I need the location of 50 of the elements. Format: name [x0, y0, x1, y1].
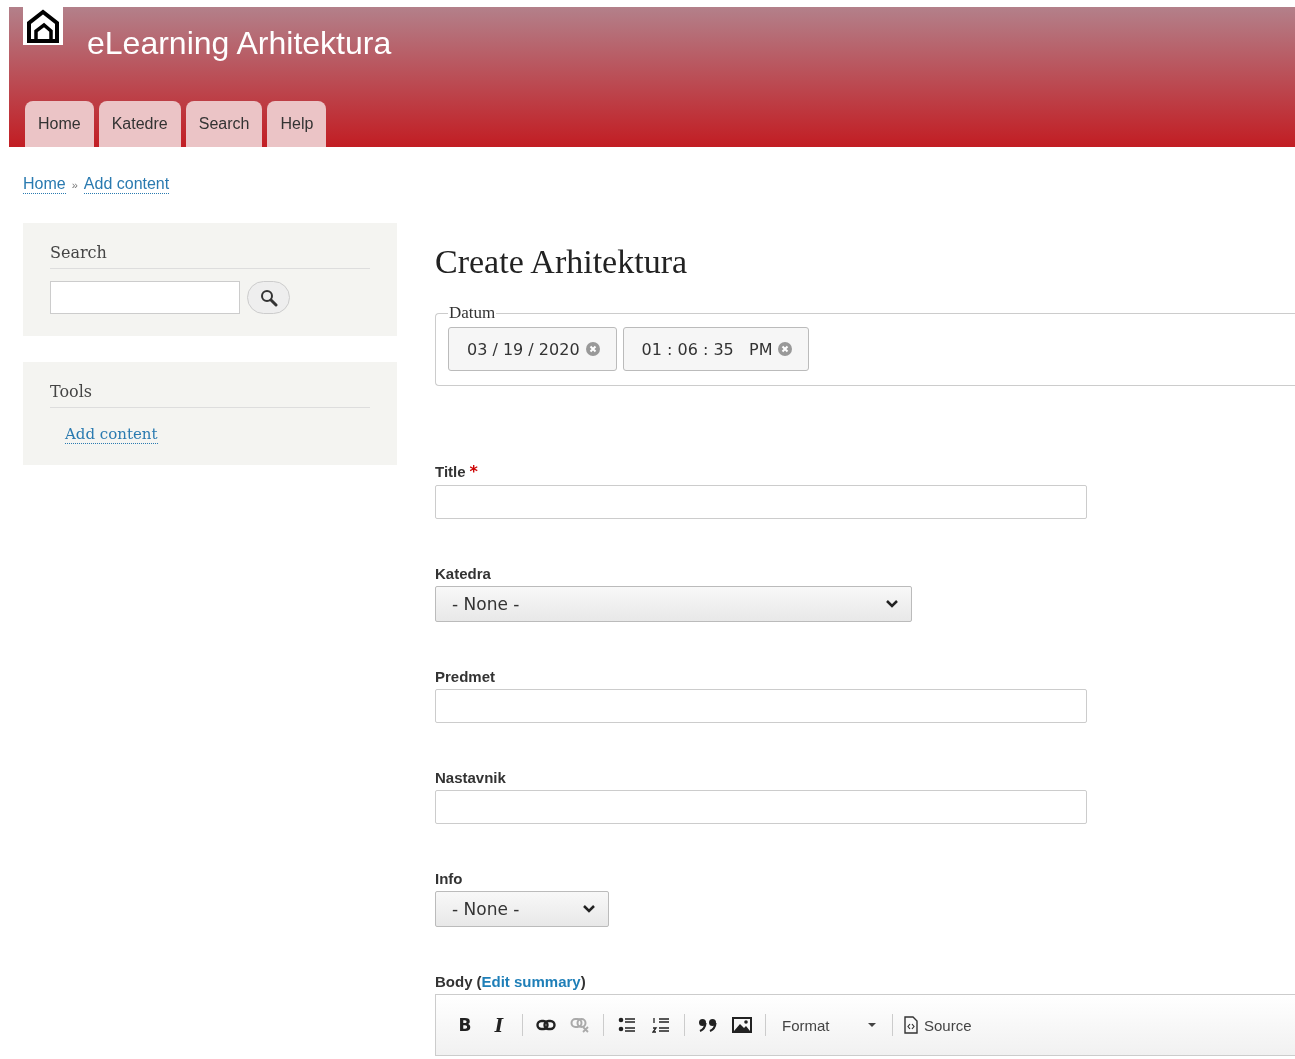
paren: (: [476, 973, 482, 990]
field-label: Predmet: [435, 668, 496, 685]
select-dropdown[interactable]: - None -: [435, 891, 609, 927]
image-icon: [732, 1017, 752, 1033]
italic-button[interactable]: I: [484, 1010, 514, 1040]
format-dropdown[interactable]: Format: [774, 1010, 884, 1040]
breadcrumb-link[interactable]: Add content: [83, 175, 170, 194]
bold-button[interactable]: B: [450, 1010, 480, 1040]
select-dropdown[interactable]: - None -: [435, 586, 912, 622]
quote-icon: [698, 1018, 718, 1032]
search-icon: [259, 288, 278, 307]
clear-icon[interactable]: [585, 342, 600, 356]
document-code-icon: [904, 1016, 918, 1034]
edit-summary-link[interactable]: Edit summary: [481, 973, 581, 990]
numbered-list-icon: [652, 1017, 670, 1033]
bulleted-list-icon: [618, 1017, 636, 1033]
text-field[interactable]: [435, 790, 1087, 824]
block-title: Tools: [50, 382, 370, 408]
paren: ): [580, 973, 586, 990]
search-field[interactable]: [50, 281, 240, 314]
field-label: Katedra: [435, 565, 491, 582]
field-label: Body: [435, 973, 473, 990]
chain-link-icon: [536, 1019, 556, 1031]
fieldset-legend: Datum: [448, 303, 497, 323]
page-title: Create Arhitektura: [435, 243, 689, 281]
clear-icon[interactable]: [778, 342, 793, 356]
nav-tab[interactable]: Katedre: [98, 101, 181, 147]
chevron-down-icon: [582, 904, 596, 914]
required-mark: *: [469, 462, 478, 481]
source-button[interactable]: Source: [901, 1010, 975, 1040]
nav-tab[interactable]: Home: [25, 101, 94, 147]
unlink-icon: [570, 1017, 590, 1033]
date-field[interactable]: 03 / 19 / 2020: [448, 327, 617, 371]
field-label: Title: [435, 463, 466, 480]
house-logo-icon[interactable]: [23, 7, 63, 45]
nav-tab[interactable]: Search: [185, 101, 263, 147]
field-label: Info: [435, 870, 463, 887]
text-field[interactable]: [435, 689, 1087, 723]
breadcrumb-link[interactable]: Home: [23, 175, 66, 194]
text-field[interactable]: [435, 485, 1087, 519]
nav-tab[interactable]: Help: [267, 101, 327, 147]
breadcrumb-separator: »: [71, 179, 78, 191]
site-name[interactable]: eLearning Arhitektura: [87, 25, 392, 62]
field-label: Nastavnik: [435, 769, 506, 786]
time-field[interactable]: 01 : 06 : 35 PM: [622, 327, 810, 371]
block-title: Search: [50, 243, 370, 269]
chevron-down-icon: [885, 599, 899, 609]
caret-icon: [868, 1022, 876, 1028]
search-button[interactable]: [247, 281, 290, 314]
sidebar-link[interactable]: Add content: [65, 425, 158, 444]
